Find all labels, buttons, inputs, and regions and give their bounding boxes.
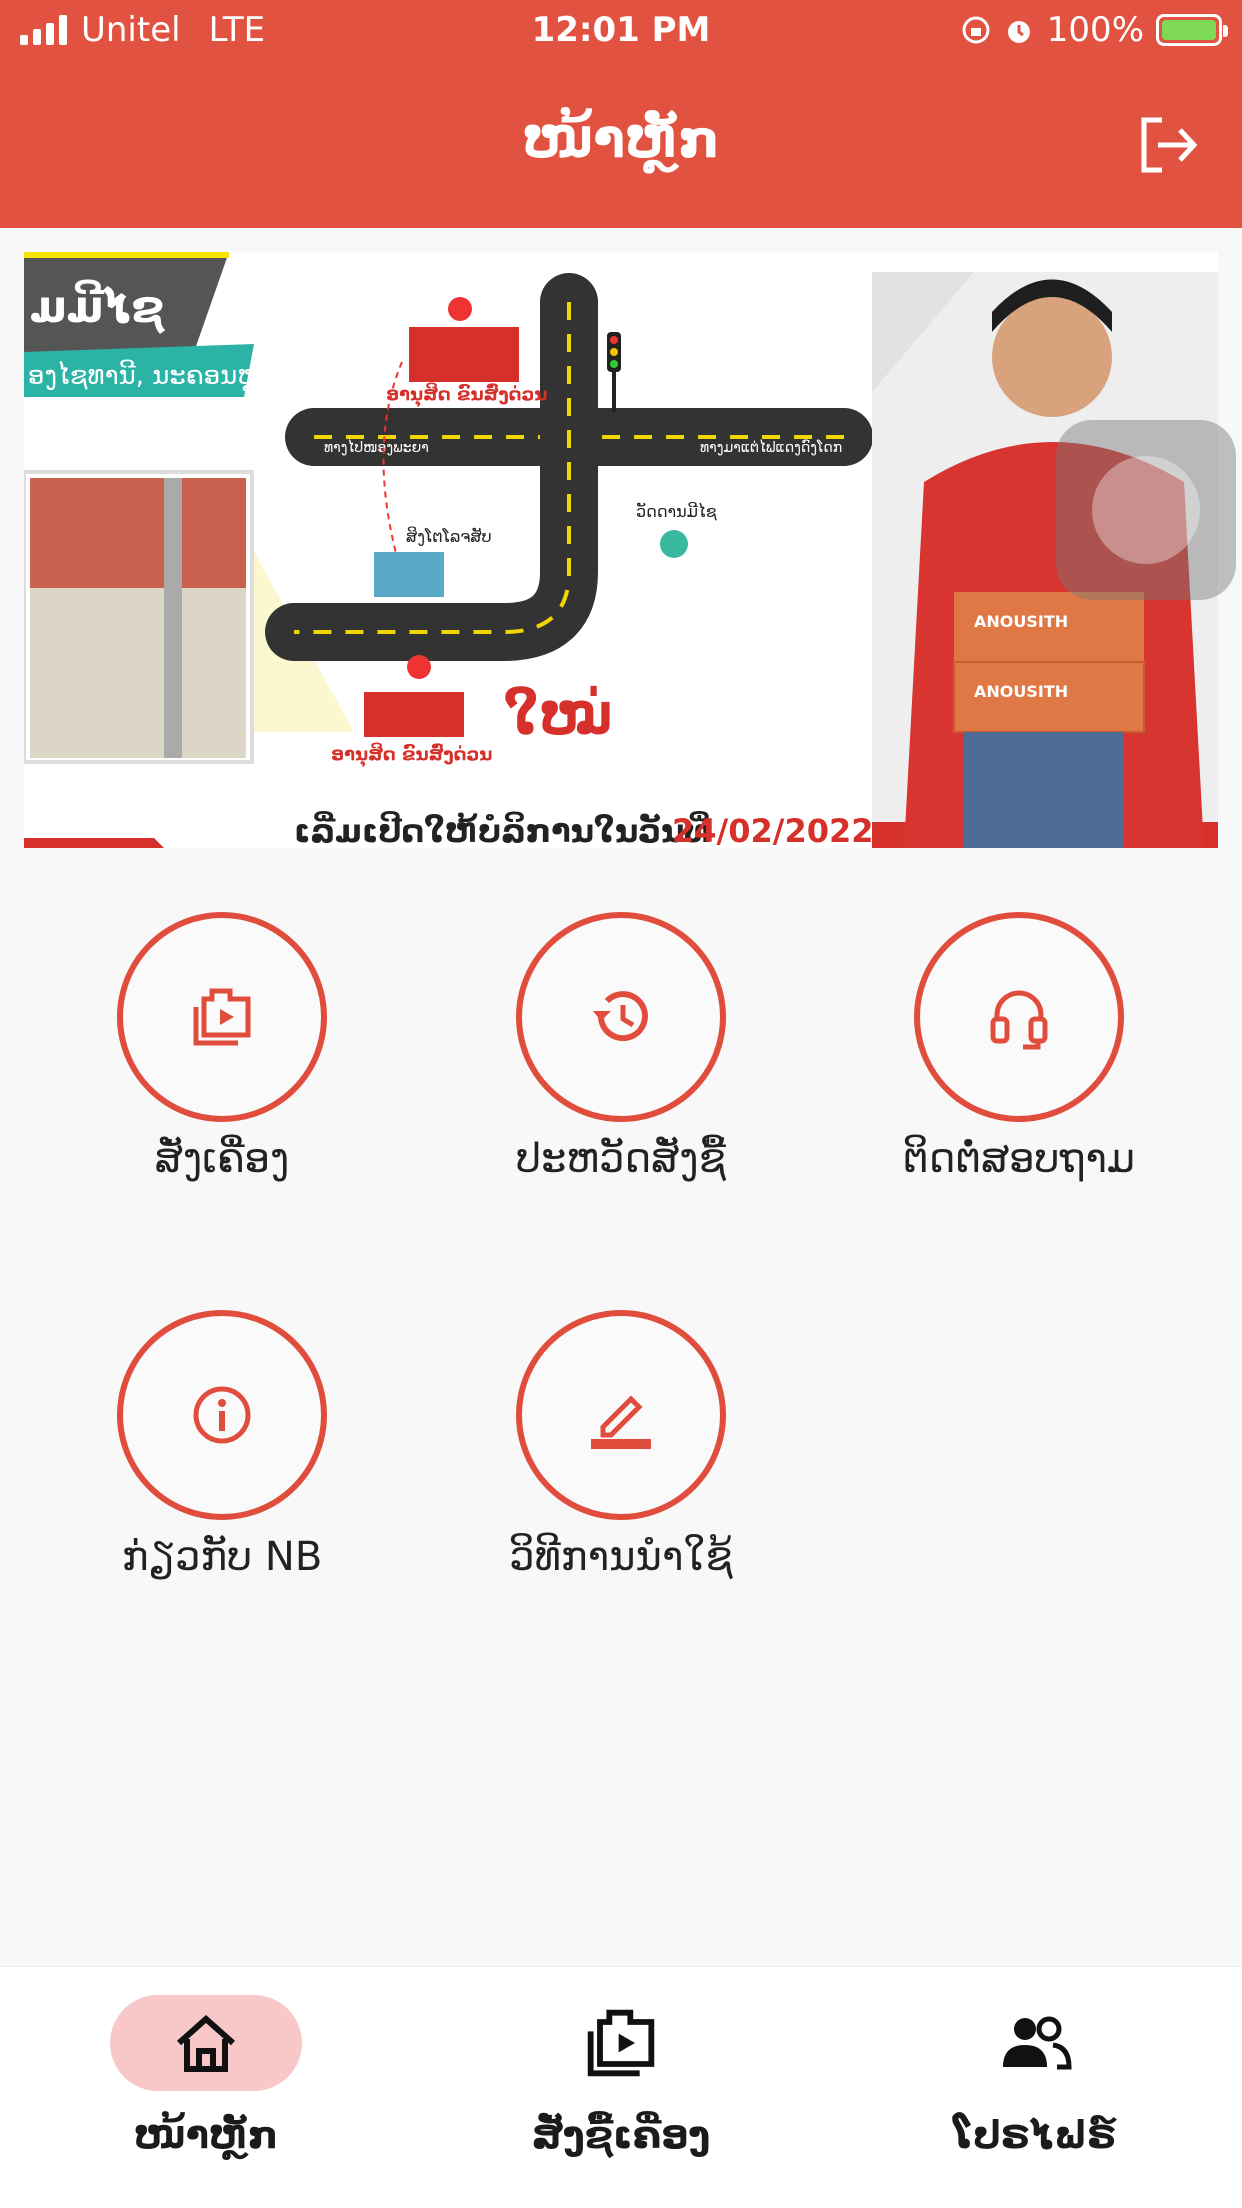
menu-contact[interactable]: ຕິດຕໍ່ສອບຖາມ [869,912,1169,1182]
people-icon [1003,2016,1072,2070]
shop-label-top: ອານຸສິດ ຂົນສົ່ງດ່ວນ [386,383,547,407]
logout-icon[interactable] [1132,110,1202,180]
headset-icon [990,990,1048,1050]
promo-banner[interactable]: ມມີໄຊ ອງໄຊທານີ, ນະຄອນຫຼວງ ທາງໄປໜອງພະຍາ ທ… [24,252,1218,848]
menu-contact-label: ຕິດຕໍ່ສອບຖາມ [903,1136,1135,1182]
orientation-lock-icon [962,16,990,44]
video-library-icon [193,988,251,1046]
nav-profile-label: ໂປຣໄຟຣ໌ [953,2113,1117,2157]
banner-open-text: ເລີ່ມເປີດໃຫ້ບໍລິການໃນວັນທີ່ [294,811,712,848]
battery-icon [1156,14,1228,46]
menu-how-to-use[interactable]: ວິທີການນຳໃຊ້ [471,1310,771,1580]
battery-percent: 100% [1046,10,1144,50]
banner-title-fragment: ມມີໄຊ [30,279,165,335]
bottom-navigation: ໜ້າຫຼັກ ສັ່ງຊື້ເຄື່ອງ ໂປຣໄຟຣ໌ [0,1966,1242,2208]
nav-purchase-label: ສັ່ງຊື້ເຄື່ອງ [531,2113,711,2157]
menu-about[interactable]: ກ່ຽວກັບ NB [72,1310,372,1580]
road-label-right: ທາງມາແຕ່ໄຟແດງດົງໂດກ [700,439,842,456]
status-bar: Unitel LTE 12:01 PM 100% [0,0,1242,64]
box-brand-1: ANOUSITH [974,612,1068,631]
menu-about-label: ກ່ຽວກັບ NB [121,1534,323,1580]
menu-order-history[interactable]: ປະຫວັດສັ່ງຊື້ [471,912,771,1182]
banner-location: ອງໄຊທານີ, ນະຄອນຫຼວງ [28,360,288,391]
shop-label-bottom: ອານຸສິດ ຂົນສົ່ງດ່ວນ [331,743,492,767]
nav-purchase[interactable]: ສັ່ງຊື້ເຄື່ອງ [471,1967,771,2157]
new-badge: ໃໝ່ [504,684,613,747]
menu-order[interactable]: ສັ່ງເຄື່ອງ [72,912,372,1182]
nav-home-label: ໜ້າຫຼັກ [133,2113,279,2157]
app-header: Unitel LTE 12:01 PM 100% ໜ້າຫຼັກ [0,0,1242,228]
landmark-temple: ວັດດານມີໄຊ [636,502,718,521]
page-title: ໜ້າຫຼັກ [522,110,720,170]
box-brand-2: ANOUSITH [974,682,1068,701]
video-library-icon [587,2009,655,2077]
home-icon [177,2014,235,2072]
alarm-icon [1007,21,1030,43]
banner-graphic: ມມີໄຊ ອງໄຊທານີ, ນະຄອນຫຼວງ ທາງໄປໜອງພະຍາ ທ… [24,252,1218,848]
landmark-store: ສິງໂຕໂລຈສັບ [406,527,492,546]
info-icon [193,1386,251,1444]
banner-open-date: 24/02/2022 [672,812,874,848]
edit-icon [591,1395,651,1449]
road-label-left: ທາງໄປໜອງພະຍາ [324,439,429,456]
menu-order-history-label: ປະຫວັດສັ່ງຊື້ [516,1136,726,1182]
nav-profile[interactable]: ໂປຣໄຟຣ໌ [885,1967,1185,2157]
assistive-touch-button[interactable] [1056,420,1236,600]
menu-how-to-use-label: ວິທີການນຳໃຊ້ [509,1534,733,1580]
nav-home[interactable]: ໜ້າຫຼັກ [56,1967,356,2157]
history-icon [593,991,648,1042]
menu-order-label: ສັ່ງເຄື່ອງ [154,1136,290,1182]
